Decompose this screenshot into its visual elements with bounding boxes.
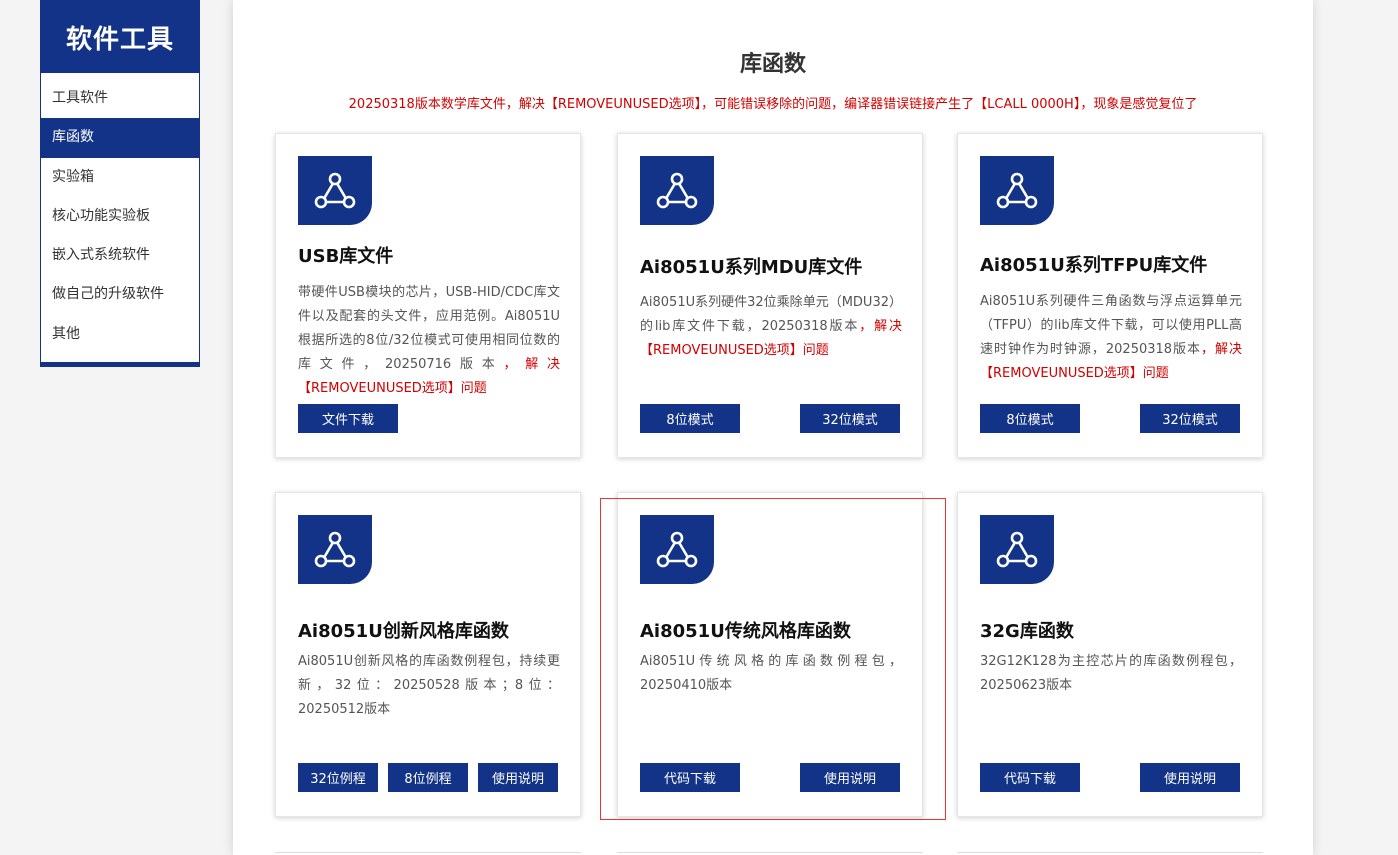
8bit-mode-button[interactable]: 8位模式: [640, 404, 740, 433]
8bit-mode-button[interactable]: 8位模式: [980, 404, 1080, 433]
card-title: Ai8051U系列TFPU库文件: [980, 255, 1208, 276]
card-description: 32G12K128为主控芯片的库函数例程包，20250623版本: [980, 650, 1242, 698]
card-title: USB库文件: [298, 246, 394, 267]
card-mdu-lib: Ai8051U系列MDU库文件 Ai8051U系列硬件32位乘除单元（MDU32…: [617, 133, 923, 458]
sidebar-item-lab-box[interactable]: 实验箱: [41, 158, 199, 197]
user-guide-button[interactable]: 使用说明: [800, 763, 900, 792]
sidebar-item-upgrade[interactable]: 做自己的升级软件: [41, 275, 199, 314]
share-network-icon: [298, 515, 372, 584]
share-network-icon: [980, 515, 1054, 584]
card-desc-text: 32G12K128为主控芯片的库函数例程包，20250623版本: [980, 654, 1242, 693]
card-description: 带硬件USB模块的芯片，USB-HID/CDC库文件以及配套的头文件，应用范例。…: [298, 281, 560, 401]
32bit-mode-button[interactable]: 32位模式: [800, 404, 900, 433]
sidebar-item-tools[interactable]: 工具软件: [41, 79, 199, 118]
code-download-button[interactable]: 代码下载: [640, 763, 740, 792]
share-network-icon: [640, 156, 714, 225]
sidebar-item-embedded[interactable]: 嵌入式系统软件: [41, 236, 199, 275]
8bit-example-button[interactable]: 8位例程: [388, 763, 468, 792]
sidebar-menu: 工具软件 库函数 实验箱 核心功能实验板 嵌入式系统软件 做自己的升级软件 其他: [41, 73, 199, 354]
card-title: Ai8051U系列MDU库文件: [640, 257, 863, 278]
card-title: Ai8051U创新风格库函数: [298, 621, 509, 642]
user-guide-button[interactable]: 使用说明: [478, 763, 558, 792]
notice-text: 20250318版本数学库文件，解决【REMOVEUNUSED选项】，可能错误移…: [348, 97, 1198, 112]
share-network-icon: [298, 156, 372, 225]
card-desc-text: Ai8051U创新风格的库函数例程包，持续更新，32位：20250528版本；8…: [298, 654, 560, 717]
card-description: Ai8051U系列硬件三角函数与浮点运算单元（TFPU）的lib库文件下载，可以…: [980, 290, 1242, 386]
sidebar-item-core-board[interactable]: 核心功能实验板: [41, 197, 199, 236]
main-panel: 库函数 20250318版本数学库文件，解决【REMOVEUNUSED选项】，可…: [233, 0, 1313, 855]
card-description: Ai8051U创新风格的库函数例程包，持续更新，32位：20250528版本；8…: [298, 650, 560, 722]
file-download-button[interactable]: 文件下载: [298, 404, 398, 433]
card-description: Ai8051U系列硬件32位乘除单元（MDU32）的lib库文件下载，20250…: [640, 291, 902, 363]
sidebar-title: 软件工具: [41, 1, 199, 73]
card-innovative-lib: Ai8051U创新风格库函数 Ai8051U创新风格的库函数例程包，持续更新，3…: [275, 492, 581, 817]
share-network-icon: [980, 156, 1054, 225]
sidebar-item-other[interactable]: 其他: [41, 315, 199, 354]
32bit-mode-button[interactable]: 32位模式: [1140, 404, 1240, 433]
card-32g-lib: 32G库函数 32G12K128为主控芯片的库函数例程包，20250623版本 …: [957, 492, 1263, 817]
card-description: Ai8051U传统风格的库函数例程包，20250410版本: [640, 650, 902, 698]
card-traditional-lib: Ai8051U传统风格库函数 Ai8051U传统风格的库函数例程包，202504…: [617, 492, 923, 817]
sidebar-item-library[interactable]: 库函数: [41, 118, 199, 158]
share-network-icon: [640, 515, 714, 584]
card-desc-text: Ai8051U传统风格的库函数例程包，20250410版本: [640, 654, 902, 693]
card-title: 32G库函数: [980, 621, 1074, 642]
card-tfpu-lib: Ai8051U系列TFPU库文件 Ai8051U系列硬件三角函数与浮点运算单元（…: [957, 133, 1263, 458]
user-guide-button[interactable]: 使用说明: [1140, 763, 1240, 792]
page-title: 库函数: [739, 52, 806, 77]
sidebar: 软件工具 工具软件 库函数 实验箱 核心功能实验板 嵌入式系统软件 做自己的升级…: [40, 0, 200, 367]
code-download-button[interactable]: 代码下载: [980, 763, 1080, 792]
card-usb-lib: USB库文件 带硬件USB模块的芯片，USB-HID/CDC库文件以及配套的头文…: [275, 133, 581, 458]
32bit-example-button[interactable]: 32位例程: [298, 763, 378, 792]
card-title: Ai8051U传统风格库函数: [640, 621, 851, 642]
